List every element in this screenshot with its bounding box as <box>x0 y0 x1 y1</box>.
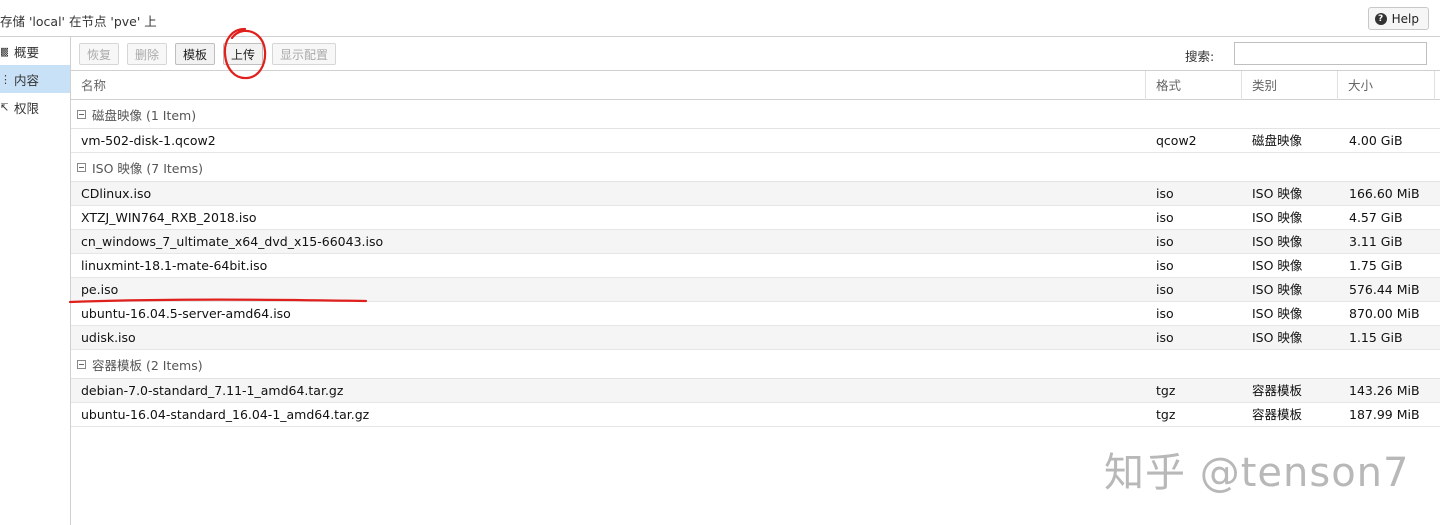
sidebar-item-summary[interactable]: ▩ 概要 <box>0 37 70 65</box>
search-label: 搜索: <box>1185 49 1215 64</box>
cell-size: 187.99 MiB <box>1349 407 1420 422</box>
cell-name: linuxmint-18.1-mate-64bit.iso <box>81 258 268 273</box>
cell-format: tgz <box>1156 383 1176 398</box>
cell-type: ISO 映像 <box>1252 282 1303 297</box>
collapse-icon[interactable] <box>77 359 86 369</box>
group-label: ISO 映像 (7 Items) <box>92 160 204 176</box>
restore-button[interactable]: 恢复 <box>79 43 120 65</box>
column-header-name[interactable]: 名称 <box>71 71 1146 100</box>
cell-format: iso <box>1156 186 1174 201</box>
cell-name: XTZJ_WIN764_RXB_2018.iso <box>81 210 257 225</box>
window-title: 存储 'local' 在节点 'pve' 上 <box>0 14 157 29</box>
templates-button[interactable]: 模板 <box>175 43 216 65</box>
column-header-type[interactable]: 类别 <box>1242 71 1338 100</box>
table-row[interactable]: debian-7.0-standard_7.11-1_amd64.tar.gz … <box>71 379 1440 403</box>
cell-name: ubuntu-16.04-standard_16.04-1_amd64.tar.… <box>81 407 370 422</box>
cell-name: pe.iso <box>81 282 119 297</box>
cell-type: ISO 映像 <box>1252 330 1303 345</box>
cell-size: 1.75 GiB <box>1349 258 1403 273</box>
sidebar-item-content[interactable]: ⋮ 内容 <box>0 65 70 93</box>
cell-size: 4.57 GiB <box>1349 210 1403 225</box>
collapse-icon[interactable] <box>77 162 86 172</box>
cell-size: 1.15 GiB <box>1349 330 1403 345</box>
cell-size: 143.26 MiB <box>1349 383 1420 398</box>
watermark: 知乎 @tenson7 <box>1104 450 1410 496</box>
toolbar: 恢复 删除 模板 上传 显示配置 搜索: <box>71 37 1440 71</box>
sidebar-item-label: 权限 <box>14 100 40 116</box>
cell-size: 870.00 MiB <box>1349 306 1420 321</box>
group-label: 容器模板 (2 Items) <box>92 357 203 373</box>
cell-name: udisk.iso <box>81 330 136 345</box>
cell-format: iso <box>1156 234 1174 249</box>
cell-type: ISO 映像 <box>1252 210 1303 225</box>
cell-format: tgz <box>1156 407 1176 422</box>
upload-button[interactable]: 上传 <box>223 43 264 65</box>
cell-size: 3.11 GiB <box>1349 234 1403 249</box>
column-header-format[interactable]: 格式 <box>1146 71 1242 100</box>
question-circle-icon: ? <box>1374 12 1387 25</box>
cell-format: qcow2 <box>1156 133 1197 148</box>
table-row[interactable]: udisk.iso iso ISO 映像 1.15 GiB <box>71 326 1440 350</box>
cell-format: iso <box>1156 306 1174 321</box>
cell-type: ISO 映像 <box>1252 258 1303 273</box>
cell-name: ubuntu-16.04.5-server-amd64.iso <box>81 306 291 321</box>
table-row[interactable]: CDlinux.iso iso ISO 映像 166.60 MiB <box>71 182 1440 206</box>
book-icon: ▩ <box>0 44 8 58</box>
sidebar-item-label: 内容 <box>14 72 40 88</box>
table-row[interactable]: ubuntu-16.04-standard_16.04-1_amd64.tar.… <box>71 403 1440 427</box>
cell-format: iso <box>1156 330 1174 345</box>
cell-type: ISO 映像 <box>1252 306 1303 321</box>
table-row[interactable]: XTZJ_WIN764_RXB_2018.iso iso ISO 映像 4.57… <box>71 206 1440 230</box>
cell-name: cn_windows_7_ultimate_x64_dvd_x15-66043.… <box>81 234 384 249</box>
cell-type: 容器模板 <box>1252 407 1303 422</box>
cell-format: iso <box>1156 210 1174 225</box>
cell-name: debian-7.0-standard_7.11-1_amd64.tar.gz <box>81 383 344 398</box>
group-header-iso-images[interactable]: ISO 映像 (7 Items) <box>71 153 1440 182</box>
title-bar: 存储 'local' 在节点 'pve' 上 ? Help <box>0 0 1440 37</box>
show-config-button[interactable]: 显示配置 <box>272 43 337 65</box>
sidebar-item-label: 概要 <box>14 44 40 60</box>
cell-format: iso <box>1156 258 1174 273</box>
table-row[interactable]: vm-502-disk-1.qcow2 qcow2 磁盘映像 4.00 GiB <box>71 129 1440 153</box>
grid-icon: ⋮ <box>0 72 8 86</box>
cell-size: 4.00 GiB <box>1349 133 1403 148</box>
cell-type: ISO 映像 <box>1252 186 1303 201</box>
group-label: 磁盘映像 (1 Item) <box>92 107 197 123</box>
help-button-label: Help <box>1391 11 1419 26</box>
cell-type: 容器模板 <box>1252 383 1303 398</box>
sidebar-item-permissions[interactable]: ↸ 权限 <box>0 93 70 121</box>
cell-size: 576.44 MiB <box>1349 282 1420 297</box>
table-row[interactable]: cn_windows_7_ultimate_x64_dvd_x15-66043.… <box>71 230 1440 254</box>
grid-header: 名称 格式 类别 大小 <box>71 71 1440 100</box>
sidebar: ▩ 概要 ⋮ 内容 ↸ 权限 <box>0 37 71 525</box>
group-header-container-templates[interactable]: 容器模板 (2 Items) <box>71 350 1440 379</box>
cell-name: vm-502-disk-1.qcow2 <box>81 133 216 148</box>
table-row[interactable]: ubuntu-16.04.5-server-amd64.iso iso ISO … <box>71 302 1440 326</box>
cell-name: CDlinux.iso <box>81 186 152 201</box>
table-row[interactable]: pe.iso iso ISO 映像 576.44 MiB <box>71 278 1440 302</box>
group-header-disk-images[interactable]: 磁盘映像 (1 Item) <box>71 100 1440 129</box>
cell-type: 磁盘映像 <box>1252 133 1303 148</box>
table-row[interactable]: linuxmint-18.1-mate-64bit.iso iso ISO 映像… <box>71 254 1440 278</box>
cell-type: ISO 映像 <box>1252 234 1303 249</box>
help-button[interactable]: ? Help <box>1367 7 1429 30</box>
column-header-size[interactable]: 大小 <box>1338 71 1435 100</box>
search-input[interactable] <box>1234 42 1427 65</box>
remove-button[interactable]: 删除 <box>127 43 168 65</box>
collapse-icon[interactable] <box>77 109 86 119</box>
unlock-icon: ↸ <box>0 100 8 114</box>
cell-size: 166.60 MiB <box>1349 186 1420 201</box>
cell-format: iso <box>1156 282 1174 297</box>
